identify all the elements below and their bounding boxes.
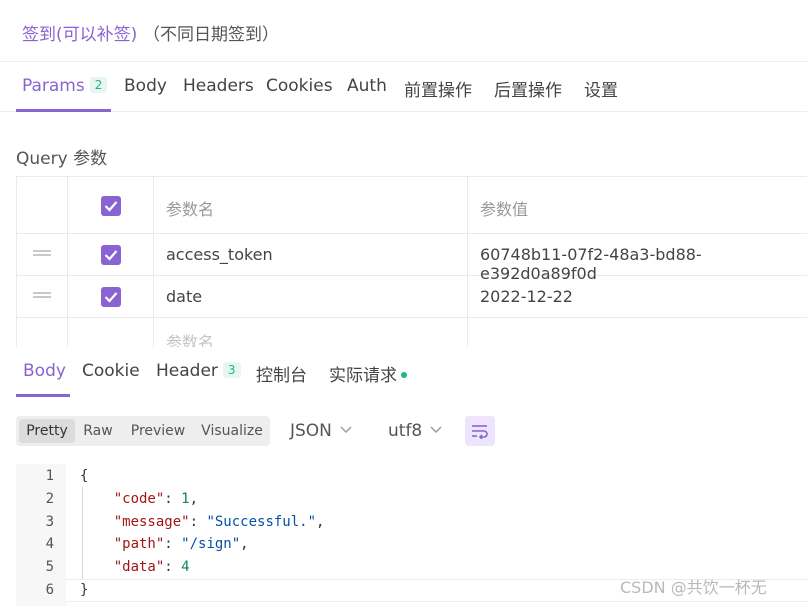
response-tab-header[interactable]: Header 3 [156, 361, 241, 381]
status-dot [401, 372, 407, 378]
encoding-select[interactable]: utf8 [388, 421, 442, 441]
response-tabs: Body Cookie Header 3 控制台 实际请求 [0, 347, 807, 397]
tab-auth[interactable]: Auth [347, 76, 387, 96]
tab-pre-operations[interactable]: 前置操作 [404, 76, 472, 101]
content-type-select[interactable]: JSON [290, 421, 352, 441]
line-number: 3 [45, 514, 54, 530]
row-enable-checkbox[interactable] [101, 287, 121, 307]
format-pretty-button[interactable]: Pretty [19, 419, 75, 443]
code-line: } [80, 582, 89, 598]
response-tab-console[interactable]: 控制台 [256, 361, 307, 386]
drag-handle-icon[interactable] [33, 250, 51, 260]
chevron-down-icon [340, 426, 352, 433]
check-icon [104, 292, 118, 303]
tab-settings[interactable]: 设置 [584, 76, 618, 101]
tab-body[interactable]: Body [124, 76, 167, 96]
line-number: 2 [45, 491, 54, 507]
param-name-field[interactable]: date [166, 287, 202, 306]
word-wrap-icon [472, 425, 488, 439]
active-tab-indicator [16, 109, 111, 112]
watermark: CSDN @共饮一杯无 [620, 578, 767, 597]
format-toggle-group: Pretty Raw Preview Visualize [16, 416, 270, 446]
new-param-name-placeholder[interactable]: 参数名 [166, 329, 214, 347]
column-header-name: 参数名 [166, 200, 215, 219]
request-tabs: Params 2 Body Headers Cookies Auth 前置操作 后… [0, 62, 807, 112]
table-header-row: 参数名 参数值 [17, 177, 807, 234]
tab-cookies[interactable]: Cookies [266, 76, 333, 96]
check-icon [104, 250, 118, 261]
code-line: "path": "/sign", [113, 536, 249, 552]
tab-headers[interactable]: Headers [183, 76, 254, 96]
drag-handle-icon[interactable] [33, 292, 51, 302]
row-enable-checkbox[interactable] [101, 245, 121, 265]
table-row: access_token 60748b11-07f2-48a3-bd88-e39… [17, 234, 807, 283]
format-preview-button[interactable]: Preview [124, 419, 192, 443]
tab-params[interactable]: Params 2 [22, 76, 108, 96]
line-number: 6 [45, 582, 54, 598]
line-number: 1 [45, 468, 54, 484]
response-tab-cookie[interactable]: Cookie [82, 361, 140, 381]
tab-post-operations[interactable]: 后置操作 [494, 76, 562, 101]
active-response-tab-indicator [16, 394, 70, 397]
code-line: { [80, 468, 89, 484]
format-visualize-button[interactable]: Visualize [198, 419, 266, 443]
response-panel: Body Cookie Header 3 控制台 实际请求 Pretty Raw … [0, 347, 807, 606]
param-value-field[interactable]: 2022-12-22 [480, 287, 573, 306]
params-count-badge: 2 [89, 77, 108, 93]
param-name-field[interactable]: access_token [166, 245, 273, 264]
request-title-note: （不同日期签到） [143, 25, 279, 45]
select-all-checkbox[interactable] [101, 196, 121, 216]
header-count-badge: 3 [222, 362, 241, 378]
response-tab-actual-request[interactable]: 实际请求 [329, 361, 407, 386]
table-row: date 2022-12-22 [17, 276, 807, 318]
line-number: 5 [45, 559, 54, 575]
request-name-link[interactable]: 签到(可以补签) [22, 20, 137, 45]
code-line: "code": 1, [113, 491, 199, 507]
query-params-table: 参数名 参数值 access_token 60748b11-07f2-48a3-… [16, 176, 807, 347]
request-title-bar: 签到(可以补签) （不同日期签到） [0, 0, 807, 62]
code-line: "data": 4 [113, 559, 190, 575]
word-wrap-button[interactable] [465, 416, 495, 446]
response-tab-body[interactable]: Body [23, 361, 66, 381]
code-line: "message": "Successful.", [113, 514, 325, 530]
line-number: 4 [45, 536, 54, 552]
format-raw-button[interactable]: Raw [78, 419, 118, 443]
check-icon [104, 201, 118, 212]
table-row-new: 参数名 [17, 318, 807, 347]
query-params-label: Query 参数 [16, 149, 108, 169]
chevron-down-icon [430, 426, 442, 433]
column-header-value: 参数值 [480, 200, 529, 219]
